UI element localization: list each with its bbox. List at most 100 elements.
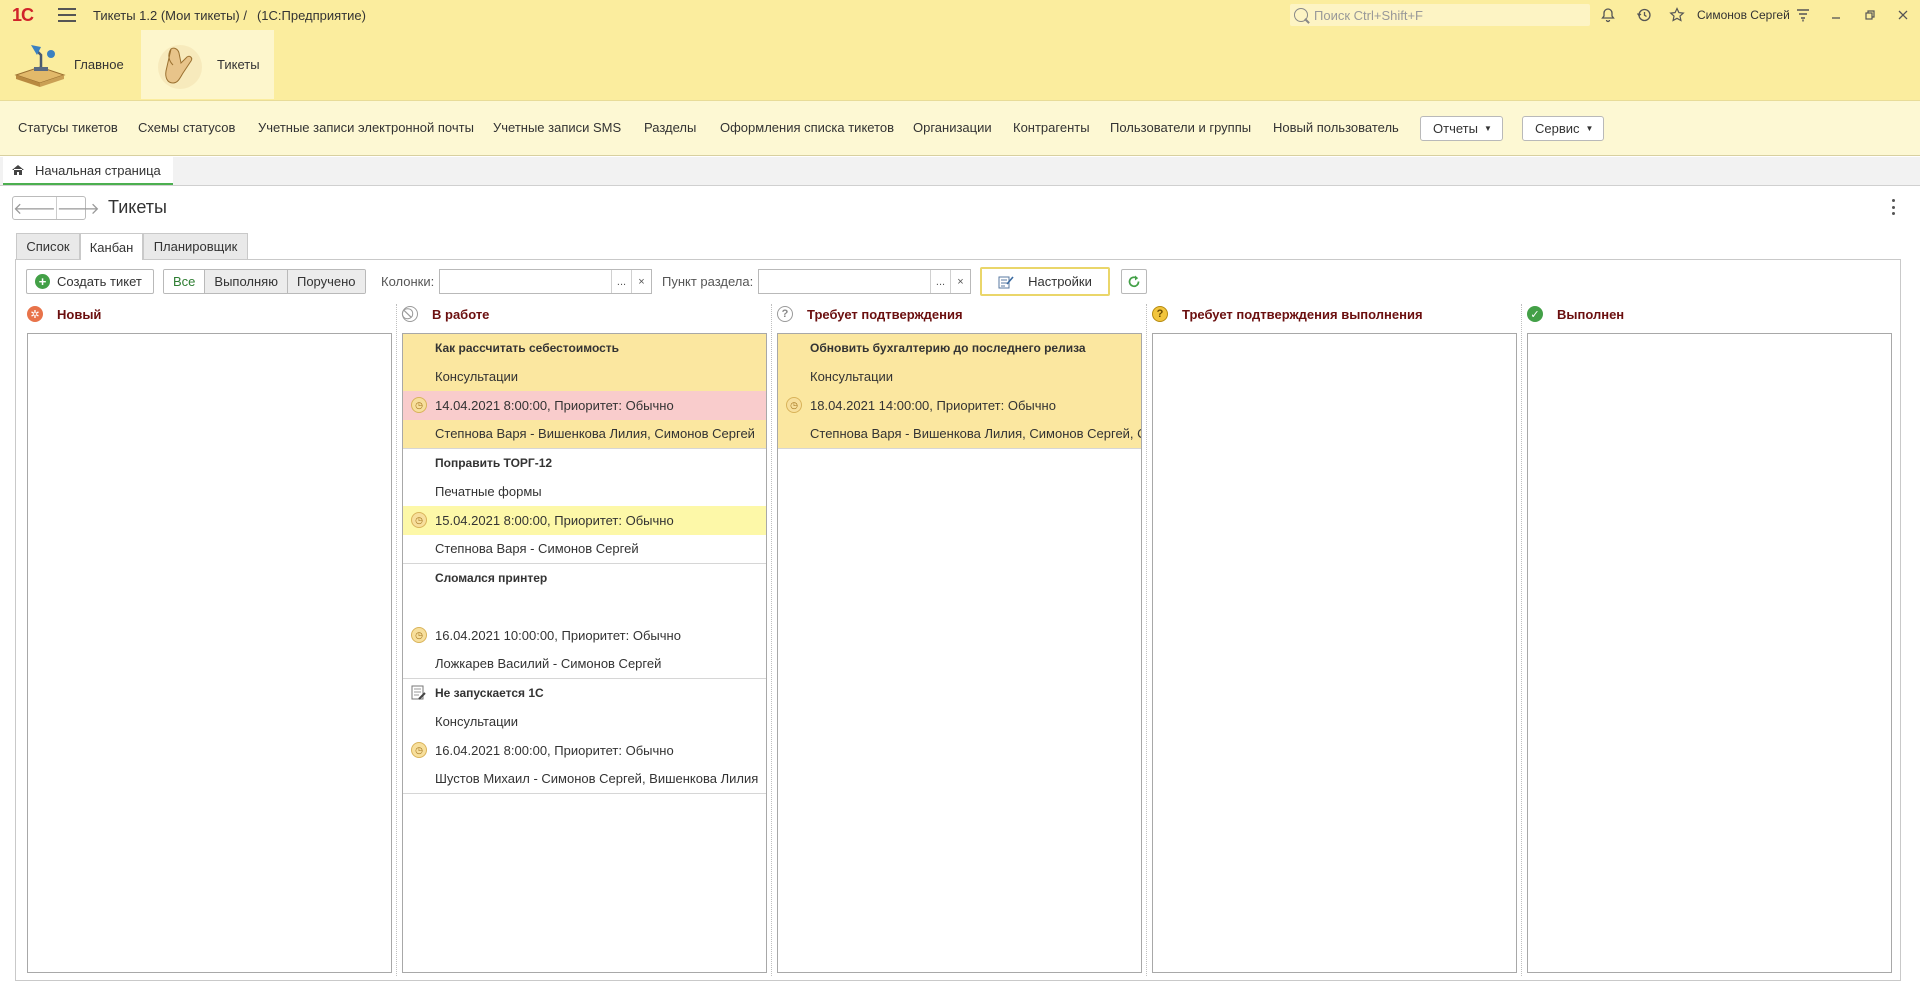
window-title-text: Тикеты 1.2 (Мои тикеты) /	[93, 7, 247, 23]
section-main-label: Главное	[74, 57, 124, 72]
platform-name: (1С:Предприятие)	[256, 7, 366, 23]
service-menu-label: Сервис	[1535, 121, 1580, 136]
cmd-list-layouts[interactable]: Оформления списка тикетов	[720, 120, 894, 135]
reports-menu-button[interactable]: Отчеты ▼	[1420, 116, 1503, 141]
column-done-list[interactable]	[1527, 333, 1892, 973]
caret-down-icon: ▼	[1483, 124, 1492, 133]
column-new-list[interactable]	[27, 333, 392, 973]
bell-icon[interactable]	[1598, 5, 1618, 25]
ticket-section: Консультации	[778, 362, 1141, 391]
ticket-card[interactable]: Поправить ТОРГ-12 Печатные формы ◷ 15.04.…	[403, 449, 766, 564]
ticket-card[interactable]: Обновить бухгалтерию до последнего релиз…	[778, 334, 1141, 449]
column-title: Выполнен	[1557, 306, 1625, 322]
minimize-icon[interactable]	[1826, 5, 1846, 25]
question-yellow-icon: ?	[1152, 306, 1168, 322]
section-item-value[interactable]	[759, 270, 930, 293]
cmd-email-accounts[interactable]: Учетные записи электронной почты	[258, 120, 474, 135]
ticket-date: 16.04.2021 10:00:00, Приоритет: Обычно	[435, 627, 681, 643]
ticket-card[interactable]: Как рассчитать себестоимость Консультаци…	[403, 334, 766, 449]
ticket-date-row: ◷ 15.04.2021 8:00:00, Приоритет: Обычно	[403, 506, 766, 535]
form-title: Тикеты	[108, 197, 167, 217]
cmd-sms-accounts[interactable]: Учетные записи SMS	[493, 120, 621, 135]
plus-icon: +	[35, 274, 50, 289]
assignment-filter: Все Выполняю Поручено	[163, 269, 366, 294]
columns-clear-button[interactable]: ×	[631, 270, 651, 293]
filter-assigned-button[interactable]: Поручено	[286, 270, 365, 293]
section-item-field[interactable]: ... ×	[758, 269, 971, 294]
ticket-card[interactable]: Не запускается 1С Консультации ◷ 16.04.20…	[403, 679, 766, 794]
filter-doing-button[interactable]: Выполняю	[204, 270, 287, 293]
check-icon: ✓	[1527, 306, 1543, 322]
create-ticket-label: Создать тикет	[57, 274, 142, 289]
ticket-section: Консультации	[403, 362, 766, 391]
back-arrow-icon[interactable]: 🡐	[13, 197, 57, 219]
reports-menu-label: Отчеты	[1433, 121, 1478, 136]
open-windows-bar: Начальная страница	[0, 157, 1920, 186]
column-divider	[1146, 304, 1147, 976]
global-search-input[interactable]: Поиск Ctrl+Shift+F	[1290, 4, 1590, 26]
current-user[interactable]: Симонов Сергей	[1697, 8, 1790, 22]
home-page-tab[interactable]: Начальная страница	[3, 157, 173, 185]
history-icon[interactable]	[1634, 5, 1654, 25]
wrench-icon	[411, 685, 426, 700]
section-item-label: Пункт раздела:	[662, 274, 754, 289]
close-icon[interactable]	[1893, 5, 1913, 25]
refresh-icon	[1128, 275, 1140, 287]
restore-icon[interactable]	[1860, 5, 1880, 25]
app-logo: 1С	[12, 4, 34, 25]
ticket-section: Печатные формы	[435, 484, 542, 500]
column-needs-confirmation-list[interactable]: Обновить бухгалтерию до последнего релиз…	[777, 333, 1142, 973]
tab-list[interactable]: Список	[16, 233, 80, 259]
desk-lamp-icon	[14, 41, 66, 89]
cmd-users-groups[interactable]: Пользователи и группы	[1110, 120, 1251, 135]
cmd-counterparties[interactable]: Контрагенты	[1013, 120, 1090, 135]
command-bar: Статусы тикетов Схемы статусов Учетные з…	[0, 100, 1920, 156]
ticket-date: 15.04.2021 8:00:00, Приоритет: Обычно	[435, 512, 674, 528]
cmd-sections[interactable]: Разделы	[644, 120, 696, 135]
column-in-progress-list[interactable]: Как рассчитать себестоимость Консультаци…	[402, 333, 767, 973]
cmd-organizations[interactable]: Организации	[913, 120, 992, 135]
settings-button[interactable]: Настройки	[980, 267, 1110, 296]
star-icon[interactable]	[1667, 5, 1687, 25]
column-title: В работе	[432, 306, 490, 322]
create-ticket-button[interactable]: + Создать тикет	[26, 269, 154, 294]
hand-icon	[157, 41, 209, 89]
cmd-status-schemes[interactable]: Схемы статусов	[138, 120, 235, 135]
main-menu-icon[interactable]	[58, 8, 76, 22]
column-title: Требует подтверждения	[807, 306, 963, 322]
ticket-date-row: ◷ 16.04.2021 8:00:00, Приоритет: Обычно	[403, 736, 766, 765]
filter-all-button[interactable]: Все	[164, 270, 205, 293]
cmd-ticket-statuses[interactable]: Статусы тикетов	[18, 120, 118, 135]
column-divider	[1521, 304, 1522, 976]
columns-select-button[interactable]: ...	[611, 270, 631, 293]
ticket-section: Консультации	[435, 714, 519, 730]
new-star-icon: ✲	[27, 306, 43, 322]
sections-panel: Главное Тикеты	[0, 30, 1920, 100]
ticket-people: Шустов Михаил - Симонов Сергей, Вишенков…	[435, 771, 759, 787]
service-menu-button[interactable]: Сервис ▼	[1522, 116, 1605, 141]
column-needs-completion-confirmation-list[interactable]	[1152, 333, 1517, 973]
refresh-button[interactable]	[1121, 269, 1147, 294]
section-tickets-label: Тикеты	[217, 57, 260, 72]
navigation-buttons: 🡐 🡒	[12, 196, 100, 220]
more-actions-icon[interactable]	[1890, 199, 1896, 215]
columns-value[interactable]	[440, 270, 611, 293]
tab-planner[interactable]: Планировщик	[143, 233, 248, 259]
columns-field[interactable]: ... ×	[439, 269, 652, 294]
section-tickets[interactable]: Тикеты	[141, 30, 274, 99]
settings-menu-icon[interactable]	[1793, 5, 1813, 25]
ticket-title: Не запускается 1С	[435, 686, 544, 701]
column-divider	[396, 304, 397, 976]
ticket-date: 14.04.2021 8:00:00, Приоритет: Обычно	[435, 397, 674, 413]
forward-arrow-icon[interactable]: 🡒	[57, 197, 100, 219]
ticket-card[interactable]: Сломался принтер ◷ 16.04.2021 10:00:00, П…	[403, 564, 766, 679]
ticket-date-row: ◷ 14.04.2021 8:00:00, Приоритет: Обычно	[403, 391, 766, 420]
column-title: Новый	[57, 306, 102, 322]
tab-kanban[interactable]: Канбан	[80, 233, 143, 260]
settings-icon	[998, 275, 1014, 288]
section-main[interactable]: Главное	[14, 30, 134, 99]
section-item-clear-button[interactable]: ×	[950, 270, 970, 293]
cmd-new-user[interactable]: Новый пользователь	[1273, 120, 1399, 135]
section-item-select-button[interactable]: ...	[930, 270, 950, 293]
search-icon	[1294, 8, 1308, 22]
